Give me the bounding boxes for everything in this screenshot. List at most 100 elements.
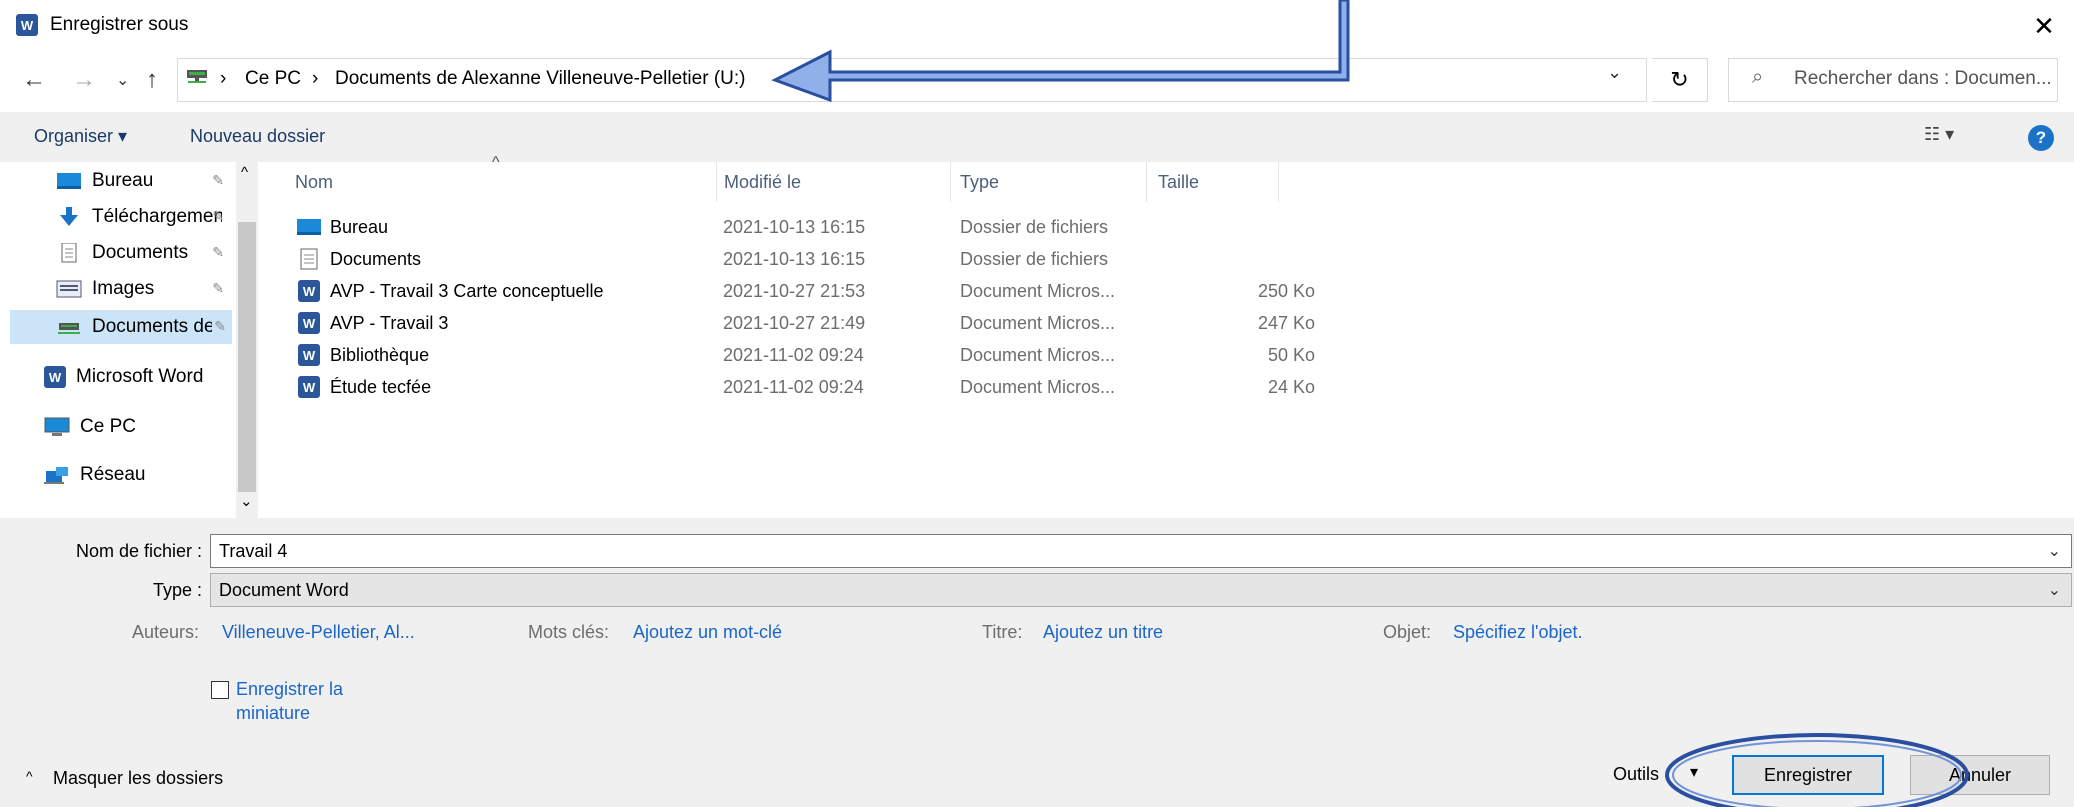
sidebar-item-bureau[interactable]: Bureau ✎ bbox=[10, 164, 230, 198]
word-doc-icon: W bbox=[298, 344, 320, 366]
file-name: Bureau bbox=[330, 216, 389, 237]
file-modified: 2021-11-02 09:24 bbox=[723, 344, 864, 365]
table-row[interactable]: W AVP - Travail 3 Carte conceptuelle 202… bbox=[290, 275, 1315, 307]
file-name: Documents bbox=[330, 248, 422, 269]
help-button[interactable]: ? bbox=[2028, 125, 2054, 151]
tools-menu-button[interactable]: Outils bbox=[1613, 764, 1659, 785]
window-title: Enregistrer sous bbox=[50, 14, 189, 35]
save-thumbnail-checkbox[interactable] bbox=[211, 681, 229, 699]
breadcrumb-documents-drive[interactable]: Documents de Alexanne Villeneuve-Pelleti… bbox=[335, 68, 745, 90]
table-row[interactable]: Bureau 2021-10-13 16:15 Dossier de fichi… bbox=[290, 211, 1290, 243]
table-row[interactable]: W AVP - Travail 3 2021-10-27 21:49 Docum… bbox=[290, 307, 1315, 339]
file-name: AVP - Travail 3 bbox=[330, 312, 449, 333]
new-folder-button[interactable]: Nouveau dossier bbox=[190, 126, 325, 147]
pin-icon: ✎ bbox=[212, 208, 224, 224]
title-label: Titre: bbox=[982, 622, 1023, 642]
title-bar bbox=[0, 0, 2074, 52]
breadcrumb-separator: › bbox=[312, 68, 319, 89]
search-placeholder: Rechercher dans : Documen... bbox=[1794, 68, 2052, 89]
hide-folders-button[interactable]: Masquer les dossiers bbox=[53, 768, 223, 789]
sidebar-item-documents[interactable]: Documents ✎ bbox=[10, 236, 230, 270]
column-divider[interactable] bbox=[1278, 162, 1279, 202]
file-size: 247 Ko bbox=[1257, 312, 1315, 333]
breadcrumb-ce-pc[interactable]: Ce PC bbox=[245, 68, 301, 90]
recent-locations-button[interactable]: ⌄ bbox=[116, 70, 129, 90]
folder-documents-icon bbox=[300, 248, 318, 270]
sort-indicator: ^ bbox=[492, 154, 500, 171]
file-type: Document Micros... bbox=[960, 344, 1116, 365]
authors-label: Auteurs: bbox=[132, 622, 200, 642]
word-doc-icon: W bbox=[298, 280, 320, 302]
sidebar-item-reseau[interactable]: Réseau bbox=[10, 458, 230, 492]
navigation-scrollbar-thumb[interactable] bbox=[238, 222, 256, 492]
tools-dropdown-arrow[interactable]: ▾ bbox=[1690, 762, 1698, 782]
column-header-name[interactable]: Nom bbox=[295, 172, 333, 193]
file-type: Dossier de fichiers bbox=[960, 216, 1109, 237]
sidebar-item-telechargements[interactable]: Téléchargements ✎ bbox=[10, 200, 230, 234]
sidebar-item-microsoft-word[interactable]: W Microsoft Word bbox=[10, 360, 230, 394]
sidebar-item-label: Téléchargements bbox=[92, 206, 222, 227]
sidebar-item-label: Documents bbox=[92, 242, 189, 263]
subject-field[interactable]: Spécifiez l'objet. bbox=[1453, 622, 1583, 643]
pin-icon: ✎ bbox=[214, 318, 226, 334]
file-size: 50 Ko bbox=[1267, 344, 1315, 365]
subject-label: Objet: bbox=[1383, 622, 1432, 642]
organize-button[interactable]: Organiser ▾ bbox=[34, 126, 127, 147]
save-thumbnail-label[interactable]: Enregistrer la miniature bbox=[236, 677, 386, 725]
address-history-dropdown[interactable]: ⌄ bbox=[1607, 62, 1622, 83]
word-doc-icon: W bbox=[298, 376, 320, 398]
close-button[interactable]: ✕ bbox=[2014, 0, 2074, 52]
file-size: 24 Ko bbox=[1267, 376, 1315, 397]
column-divider[interactable] bbox=[1146, 162, 1147, 202]
column-header-size[interactable]: Taille bbox=[1158, 172, 1199, 193]
sidebar-item-documents-drive[interactable]: Documents de Alexanne ✎ bbox=[10, 310, 232, 344]
scroll-down-arrow[interactable]: ⌄ bbox=[240, 492, 253, 510]
file-name: AVP - Travail 3 Carte conceptuelle bbox=[330, 280, 604, 301]
column-header-type[interactable]: Type bbox=[960, 172, 999, 193]
sidebar-item-ce-pc[interactable]: Ce PC bbox=[10, 410, 230, 444]
network-drive-icon bbox=[58, 323, 80, 334]
table-row[interactable]: Documents 2021-10-13 16:15 Dossier de fi… bbox=[290, 243, 1290, 275]
column-divider[interactable] bbox=[716, 162, 717, 202]
scroll-up-arrow[interactable]: ^ bbox=[241, 164, 248, 181]
back-button[interactable]: ← bbox=[22, 66, 46, 94]
file-modified: 2021-10-13 16:15 bbox=[723, 248, 866, 269]
refresh-button[interactable]: ↻ bbox=[1652, 58, 1708, 102]
save-button[interactable]: Enregistrer bbox=[1732, 755, 1884, 795]
chevron-down-icon[interactable]: ⌄ bbox=[2048, 541, 2061, 561]
keywords-field[interactable]: Ajoutez un mot-clé bbox=[633, 622, 782, 643]
download-icon bbox=[60, 207, 78, 226]
view-options-button[interactable]: ☷ ▾ bbox=[1924, 124, 1954, 145]
file-name: Étude tecfée bbox=[330, 376, 432, 397]
pin-icon: ✎ bbox=[212, 280, 224, 296]
authors-field[interactable]: Villeneuve-Pelletier, Al... bbox=[222, 622, 415, 643]
type-select[interactable]: Document Word ⌄ bbox=[210, 573, 2072, 607]
filename-input[interactable]: Travail 4 ⌄ bbox=[210, 534, 2072, 568]
file-size: 250 Ko bbox=[1257, 280, 1315, 301]
sidebar-item-label: Documents de Alexanne bbox=[92, 316, 212, 337]
up-button[interactable]: ↑ bbox=[146, 66, 158, 94]
breadcrumb-separator: › bbox=[220, 68, 227, 89]
sidebar-item-images[interactable]: Images ✎ bbox=[10, 272, 230, 306]
sidebar-item-label: Ce PC bbox=[80, 416, 136, 437]
network-icon bbox=[44, 467, 68, 484]
column-header-modified[interactable]: Modifié le bbox=[724, 172, 801, 193]
sidebar-item-label: Images bbox=[92, 278, 155, 299]
type-label: Type : bbox=[152, 580, 202, 600]
column-divider[interactable] bbox=[950, 162, 951, 202]
image-icon bbox=[56, 280, 82, 298]
document-icon bbox=[61, 243, 77, 263]
pin-icon: ✎ bbox=[212, 172, 224, 188]
network-drive-icon bbox=[187, 70, 207, 83]
forward-button[interactable]: → bbox=[72, 66, 96, 94]
folder-desktop-icon bbox=[297, 219, 321, 235]
title-field[interactable]: Ajoutez un titre bbox=[1043, 622, 1163, 643]
file-modified: 2021-10-27 21:53 bbox=[723, 280, 866, 301]
cancel-button[interactable]: Annuler bbox=[1910, 755, 2050, 795]
table-row[interactable]: W Bibliothèque 2021-11-02 09:24 Document… bbox=[290, 339, 1315, 371]
chevron-down-icon: ⌄ bbox=[2047, 582, 2061, 599]
file-modified: 2021-10-27 21:49 bbox=[723, 312, 866, 333]
sidebar-item-label: Bureau bbox=[92, 170, 154, 191]
table-row[interactable]: W Étude tecfée 2021-11-02 09:24 Document… bbox=[290, 371, 1315, 403]
pin-icon: ✎ bbox=[212, 244, 224, 260]
